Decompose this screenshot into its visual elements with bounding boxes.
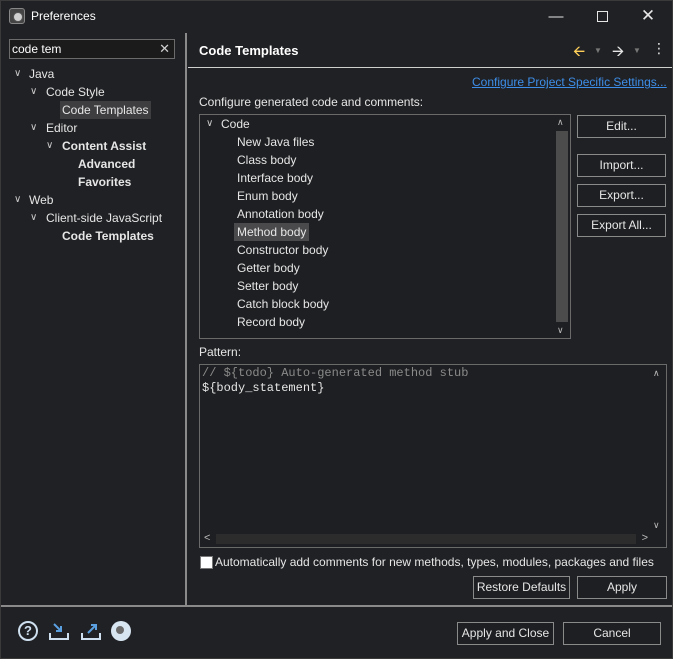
chevron-down-icon[interactable]: ∨	[30, 119, 40, 137]
chevron-down-icon[interactable]: ∨	[206, 115, 216, 133]
scroll-up-icon[interactable]: ∧	[557, 117, 564, 128]
scroll-left-icon[interactable]: <	[204, 532, 210, 544]
template-item[interactable]: Catch block body	[237, 295, 329, 313]
tree-item-content-assist[interactable]: Content Assist	[62, 137, 146, 155]
template-group-code[interactable]: Code	[221, 115, 250, 133]
tree-item-web-code-templates[interactable]: Code Templates	[62, 227, 154, 245]
tree-item-code-style[interactable]: Code Style	[46, 83, 105, 101]
title-bar: Preferences — ✕	[1, 1, 672, 31]
export-all-button[interactable]: Export All...	[577, 214, 666, 237]
chevron-down-icon[interactable]: ∨	[30, 209, 40, 227]
pane-splitter[interactable]	[185, 33, 187, 605]
maximize-button[interactable]	[579, 1, 625, 31]
clear-filter-icon[interactable]: ✕	[159, 41, 170, 57]
preference-tree-pane: ✕ ∨ Java ∨ Code Style Code Templates ∨ E…	[1, 33, 186, 605]
preferences-window: Preferences — ✕ ✕ ∨ Java ∨ Code Style Co…	[0, 0, 673, 659]
help-icon[interactable]: ?	[18, 621, 38, 641]
close-button[interactable]: ✕	[625, 1, 671, 31]
auto-comments-label[interactable]: Automatically add comments for new metho…	[215, 555, 654, 569]
chevron-down-icon[interactable]: ∨	[30, 83, 40, 101]
template-item[interactable]: New Java files	[237, 133, 314, 151]
pattern-vertical-scrollbar[interactable]: ∧ ∨	[650, 365, 666, 547]
template-item-selected[interactable]: Method body	[234, 223, 310, 241]
filter-input[interactable]	[10, 40, 150, 58]
restore-defaults-button[interactable]: Restore Defaults	[473, 576, 570, 599]
scroll-up-icon[interactable]: ∧	[653, 368, 660, 379]
record-icon[interactable]	[111, 621, 131, 641]
scrollbar-thumb[interactable]	[216, 534, 636, 544]
tree-item-java[interactable]: Java	[29, 65, 54, 83]
maximize-icon	[596, 10, 608, 22]
pattern-label: Pattern:	[199, 345, 242, 359]
scroll-down-icon[interactable]: ∨	[653, 520, 660, 531]
template-item[interactable]: Record body	[237, 313, 305, 331]
template-item[interactable]: Enum body	[237, 187, 298, 205]
title-divider	[188, 67, 672, 68]
chevron-down-icon[interactable]: ∨	[14, 191, 24, 209]
chevron-down-icon[interactable]: ∨	[14, 65, 24, 83]
auto-comments-checkbox[interactable]	[200, 556, 213, 569]
configure-project-settings-link[interactable]: Configure Project Specific Settings...	[472, 75, 667, 89]
scrollbar-thumb[interactable]	[556, 131, 568, 322]
template-item[interactable]: Interface body	[237, 169, 313, 187]
template-item[interactable]: Constructor body	[237, 241, 328, 259]
import-button[interactable]: Import...	[577, 154, 666, 177]
template-item[interactable]: Getter body	[237, 259, 300, 277]
tree-item-web[interactable]: Web	[29, 191, 53, 209]
footer-divider	[1, 605, 672, 607]
template-item[interactable]: Setter body	[237, 277, 298, 295]
cancel-button[interactable]: Cancel	[563, 622, 661, 645]
export-preferences-icon[interactable]	[80, 621, 101, 641]
minimize-button[interactable]: —	[533, 1, 579, 31]
chevron-down-icon[interactable]: ∨	[46, 137, 56, 155]
templates-scrollbar[interactable]: ∧ ∨	[554, 115, 570, 338]
forward-arrow-icon[interactable]: 🡪	[612, 41, 624, 60]
pattern-line-2: ${body_statement}	[202, 381, 325, 395]
template-item[interactable]: Annotation body	[237, 205, 324, 223]
page-description: Configure generated code and comments:	[199, 95, 424, 109]
tree-item-client-side-javascript[interactable]: Client-side JavaScript	[46, 209, 162, 227]
filter-field[interactable]: ✕	[9, 39, 175, 59]
pattern-code[interactable]: // ${todo} Auto-generated method stub ${…	[202, 366, 468, 396]
tree-item-advanced[interactable]: Advanced	[78, 155, 135, 173]
export-arrow-icon	[81, 624, 101, 640]
pattern-horizontal-scrollbar[interactable]: < >	[200, 531, 650, 547]
back-arrow-icon[interactable]: 🡨	[573, 41, 585, 60]
app-icon	[9, 8, 25, 24]
scroll-right-icon[interactable]: >	[642, 532, 648, 544]
import-preferences-icon[interactable]	[48, 621, 69, 641]
window-title: Preferences	[31, 9, 96, 23]
template-item[interactable]: Class body	[237, 151, 296, 169]
pattern-editor[interactable]: // ${todo} Auto-generated method stub ${…	[199, 364, 667, 548]
templates-tree[interactable]: ∨ Code New Java files Class body Interfa…	[199, 114, 571, 339]
pattern-line-1: // ${todo} Auto-generated method stub	[202, 366, 469, 380]
page-title: Code Templates	[199, 43, 299, 58]
tree-item-favorites[interactable]: Favorites	[78, 173, 131, 191]
back-dropdown-icon[interactable]: ▼	[594, 46, 602, 64]
tree-item-code-templates[interactable]: Code Templates	[60, 101, 151, 119]
scroll-down-icon[interactable]: ∨	[557, 325, 564, 336]
tree-item-editor[interactable]: Editor	[46, 119, 77, 137]
view-menu-icon[interactable]: ⋮	[652, 40, 666, 58]
code-templates-page: Code Templates 🡨 ▼ 🡪 ▼ ⋮ Configure Proje…	[188, 33, 672, 605]
apply-button[interactable]: Apply	[577, 576, 667, 599]
forward-dropdown-icon[interactable]: ▼	[633, 46, 641, 64]
apply-and-close-button[interactable]: Apply and Close	[457, 622, 554, 645]
export-button[interactable]: Export...	[577, 184, 666, 207]
import-arrow-icon	[49, 623, 69, 640]
edit-button[interactable]: Edit...	[577, 115, 666, 138]
